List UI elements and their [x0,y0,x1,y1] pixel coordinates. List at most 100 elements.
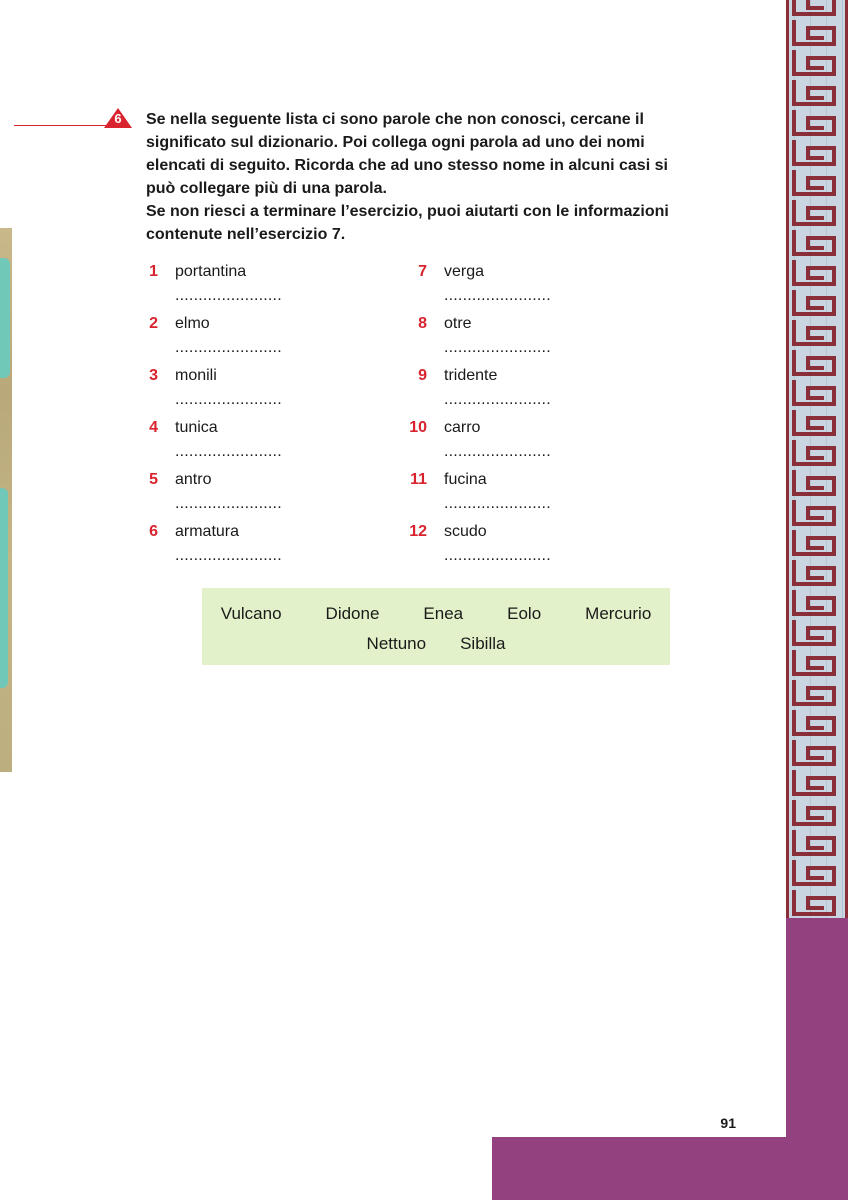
item-word: tunica [175,419,218,436]
answer-blank[interactable]: ....................... [444,287,551,305]
answer-blank[interactable]: ....................... [444,339,551,357]
map-strip-decoration [0,228,12,772]
greek-key-segment [792,620,836,646]
greek-key-border [786,0,848,918]
word-item: 5 antro ....................... [118,471,358,519]
greek-key-segment [792,890,836,916]
greek-key-segment [792,440,836,466]
instruction-line: elencati di seguito. Ricorda che ad uno … [146,157,668,174]
item-number: 11 [410,471,427,488]
item-word: verga [444,263,485,280]
item-number: 2 [149,315,158,332]
answer-blank[interactable]: ....................... [444,547,551,565]
greek-key-segment [792,80,836,106]
item-word: portantina [175,263,247,280]
item-word: armatura [175,523,240,540]
greek-key-edge [786,0,789,918]
item-word: otre [444,315,472,332]
name-item: Eolo [507,604,542,623]
item-number: 3 [149,367,158,384]
answer-blank[interactable]: ....................... [175,339,282,357]
greek-key-segment [792,710,836,736]
names-row-2: Nettuno Sibilla [202,634,670,654]
greek-key-segment [792,590,836,616]
word-item: 1 portantina ....................... [118,263,358,311]
greek-key-segment [792,140,836,166]
greek-key-segment [792,560,836,586]
greek-key-segment [792,410,836,436]
page-number: 91 [720,1115,736,1131]
instruction-line: Se non riesci a terminare l’esercizio, p… [146,203,669,220]
instruction-line: contenute nell’esercizio 7. [146,226,346,243]
word-item: 2 elmo ....................... [118,315,358,363]
word-item: 7 verga ....................... [387,263,627,311]
word-item: 3 monili ....................... [118,367,358,415]
greek-key-segment [792,290,836,316]
greek-key-pattern [786,0,848,918]
exercise-number: 6 [114,111,122,126]
item-number: 4 [149,419,158,436]
greek-key-segment [792,530,836,556]
item-number: 5 [149,471,158,488]
greek-key-segment [792,500,836,526]
exercise-rule-line [14,125,110,126]
greek-key-segment [792,800,836,826]
item-number: 10 [409,419,427,436]
purple-bottom-block [492,1137,786,1200]
greek-key-segment [792,50,836,76]
answer-blank[interactable]: ....................... [444,495,551,513]
item-number: 8 [418,315,427,332]
greek-key-segment [792,350,836,376]
item-word: elmo [175,315,210,332]
names-row-1: Vulcano Didone Enea Eolo Mercurio [202,604,670,624]
name-item: Didone [325,604,380,623]
item-number: 6 [149,523,158,540]
greek-key-segment [792,170,836,196]
item-word: fucina [444,471,487,488]
name-item: Nettuno [366,634,427,653]
answer-blank[interactable]: ....................... [175,547,282,565]
answer-blank[interactable]: ....................... [175,443,282,461]
greek-key-segment [792,260,836,286]
name-item: Enea [423,604,464,623]
word-item: 8 otre ....................... [387,315,627,363]
greek-key-segment [792,320,836,346]
name-item: Vulcano [220,604,282,623]
purple-side-block [786,918,848,1200]
exercise-number-badge: 6 [104,108,132,128]
greek-key-segment [792,650,836,676]
answer-blank[interactable]: ....................... [175,391,282,409]
item-word: scudo [444,523,487,540]
greek-key-segment [792,830,836,856]
greek-key-segment [792,860,836,886]
greek-key-segment [792,200,836,226]
word-item: 11 fucina ....................... [387,471,627,519]
greek-key-segment [792,770,836,796]
greek-key-segment [792,740,836,766]
item-word: antro [175,471,212,488]
word-item: 12 scudo ....................... [387,523,627,571]
map-sea-shape [0,488,8,688]
answer-blank[interactable]: ....................... [175,495,282,513]
word-item: 10 carro ....................... [387,419,627,467]
names-box: Vulcano Didone Enea Eolo Mercurio Nettun… [202,588,670,665]
item-number: 7 [418,263,427,280]
map-sea-shape [0,258,10,378]
name-item: Mercurio [585,604,652,623]
answer-blank[interactable]: ....................... [444,443,551,461]
greek-key-segment [792,230,836,256]
word-item: 9 tridente ....................... [387,367,627,415]
greek-key-segment [792,380,836,406]
greek-key-segment [792,20,836,46]
greek-key-segment [792,110,836,136]
name-item: Sibilla [460,634,506,653]
item-word: tridente [444,367,498,384]
word-item: 6 armatura ....................... [118,523,358,571]
greek-key-segment [792,470,836,496]
instruction-line: significato sul dizionario. Poi collega … [146,134,645,151]
answer-blank[interactable]: ....................... [175,287,282,305]
exercise-instructions: Se nella seguente lista ci sono parole c… [146,108,756,246]
instruction-line: può collegare più di una parola. [146,180,387,197]
answer-blank[interactable]: ....................... [444,391,551,409]
greek-key-segment [792,680,836,706]
